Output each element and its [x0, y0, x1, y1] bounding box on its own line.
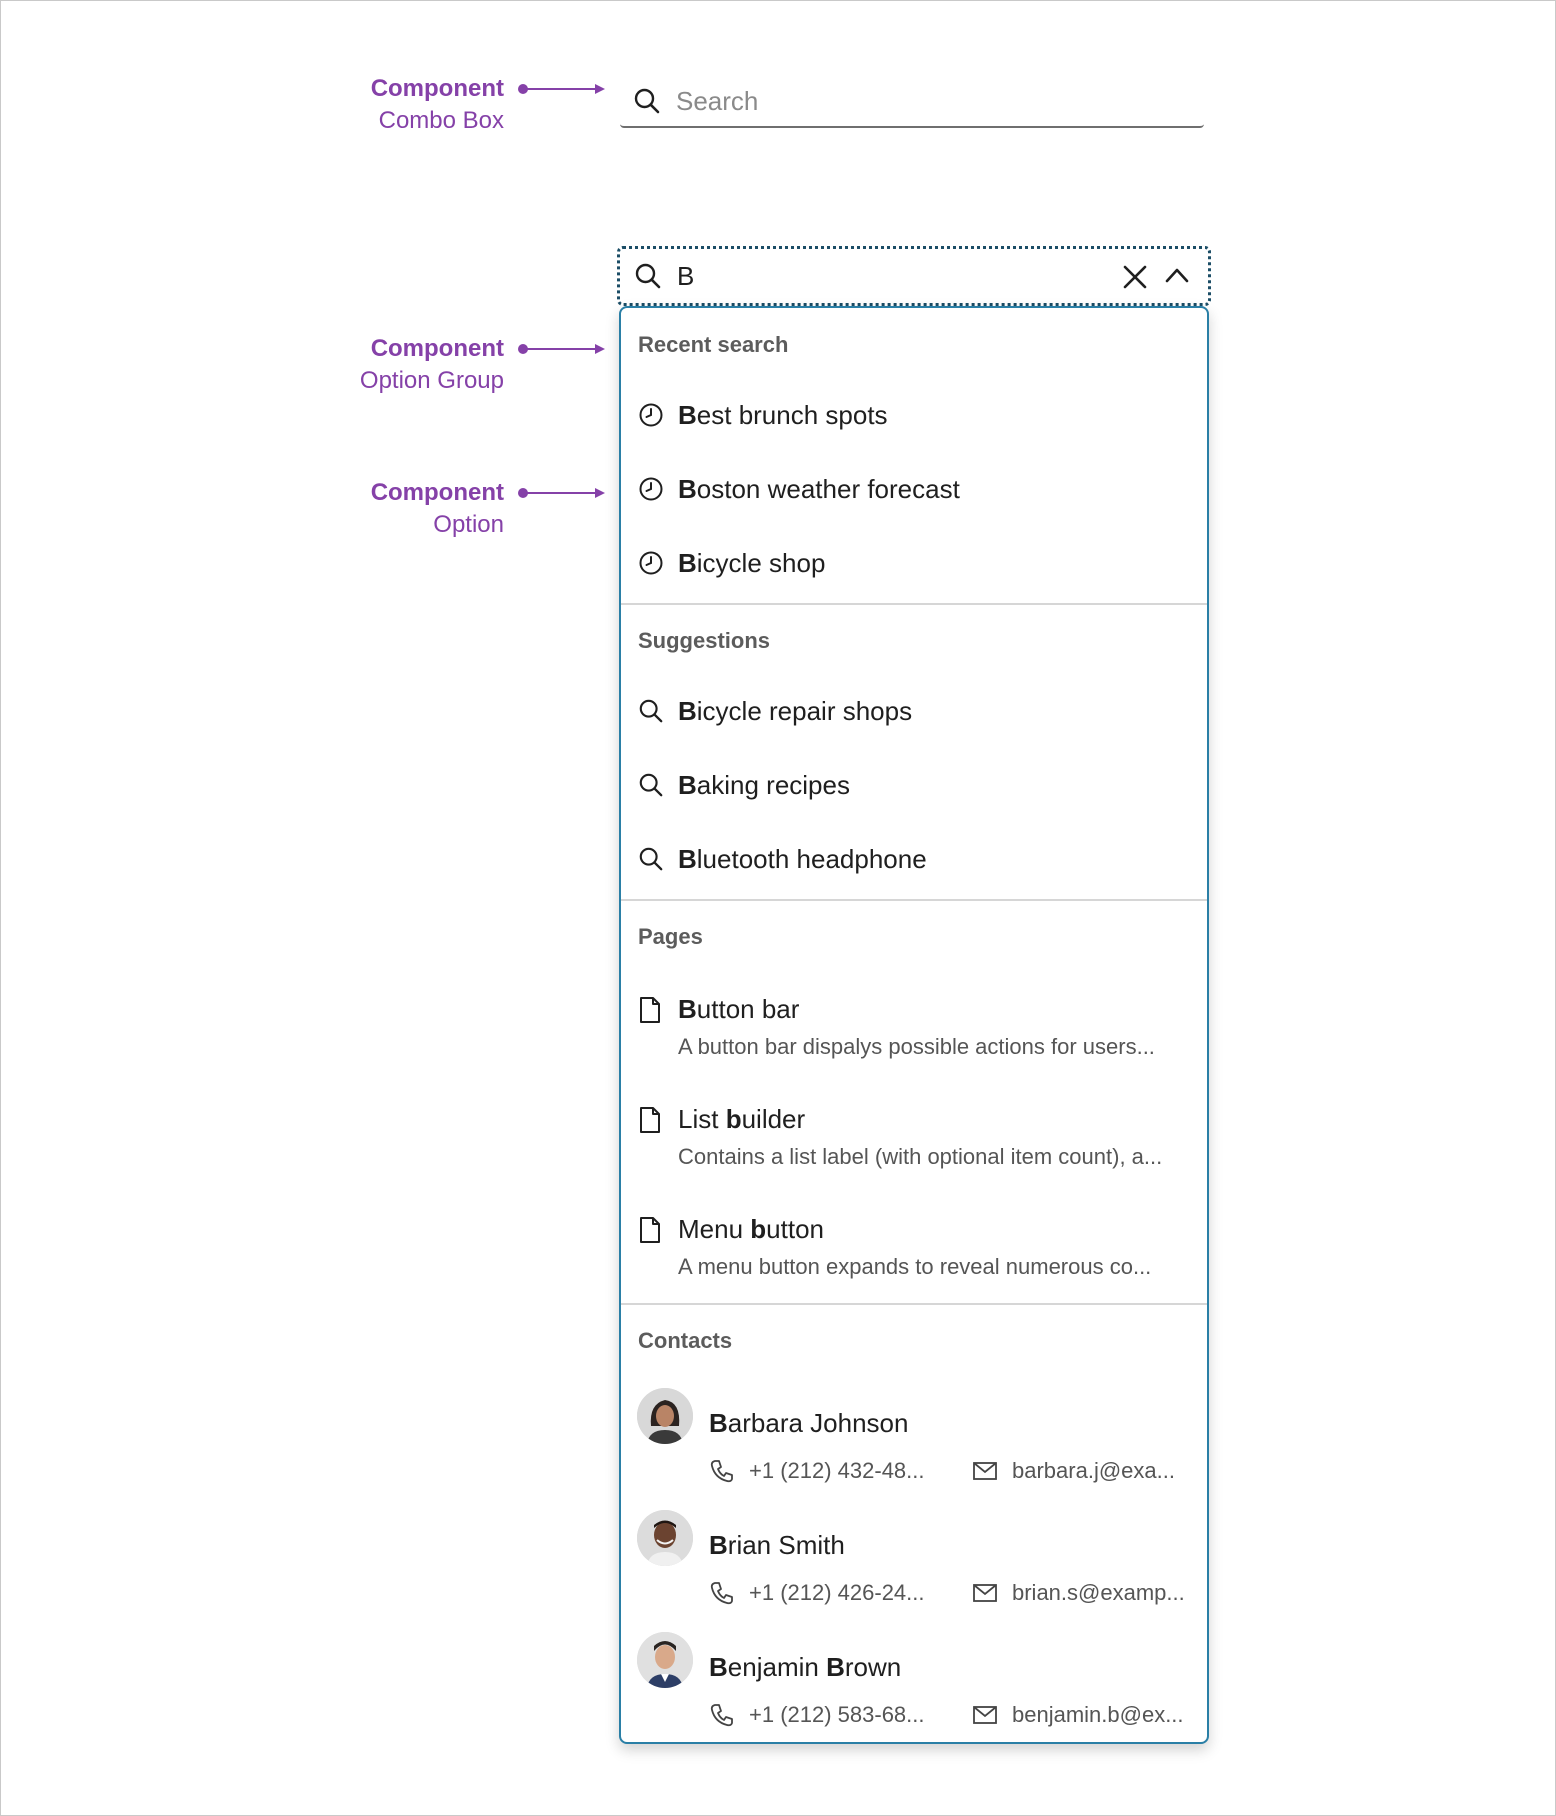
annotation-arrow: [518, 84, 605, 94]
annotation-arrow: [518, 488, 605, 498]
clock-icon: [639, 551, 663, 575]
group-label-recent: Recent search: [638, 332, 789, 357]
mail-icon: [973, 1584, 997, 1602]
search-icon: [635, 263, 661, 289]
search-icon: [639, 699, 663, 723]
option-contact[interactable]: Brian Smith +1 (212) 426-24... brian.s@e…: [621, 1498, 1207, 1618]
option-label: Best brunch spots: [678, 400, 888, 430]
option-label: List builder: [678, 1104, 806, 1134]
annotation-subtitle: Option: [433, 511, 504, 538]
document-icon: [640, 1217, 660, 1243]
option-label: Bicycle shop: [678, 548, 826, 578]
option-label: Bicycle repair shops: [678, 696, 913, 726]
contact-phone: +1 (212) 432-48...: [749, 1458, 925, 1483]
option-label: Boston weather forecast: [678, 474, 960, 504]
group-label-pages: Pages: [638, 924, 703, 949]
combo-box-default[interactable]: Search: [620, 76, 1204, 128]
contact-email: benjamin.b@ex...: [1012, 1702, 1184, 1727]
phone-icon: [710, 1582, 733, 1605]
option-suggestion[interactable]: Bluetooth headphone: [621, 824, 1207, 896]
option-recent[interactable]: Boston weather forecast: [621, 454, 1207, 526]
chevron-up-icon[interactable]: [1165, 266, 1189, 284]
option-label: Button bar: [678, 994, 800, 1024]
options-listbox: Recent search Best brunch spots Boston w…: [619, 306, 1209, 1744]
annotation-title: Component: [370, 335, 504, 362]
mail-icon: [973, 1462, 997, 1480]
avatar: [637, 1510, 693, 1566]
annotation-option-group: Component Option Group: [360, 333, 504, 397]
avatar: [637, 1388, 693, 1444]
option-page[interactable]: List builder Contains a list label (with…: [621, 1082, 1207, 1190]
option-description: Contains a list label (with optional ite…: [678, 1144, 1163, 1169]
option-recent[interactable]: Best brunch spots: [621, 380, 1207, 452]
option-description: A button bar dispalys possible actions f…: [678, 1034, 1155, 1059]
contact-name: Barbara Johnson: [709, 1408, 909, 1438]
option-page[interactable]: Button bar A button bar dispalys possibl…: [621, 972, 1207, 1080]
annotation-combo-box: Component Combo Box: [371, 73, 504, 137]
phone-icon: [710, 1704, 733, 1727]
option-contact[interactable]: Benjamin Brown +1 (212) 583-68... benjam…: [621, 1620, 1207, 1740]
group-label-suggestions: Suggestions: [638, 628, 771, 653]
annotation-option: Component Option: [371, 477, 504, 541]
group-divider: [621, 1303, 1207, 1305]
annotation-arrow: [518, 344, 605, 354]
search-input-value[interactable]: B: [677, 261, 694, 292]
document-icon: [640, 997, 660, 1023]
annotation-title: Component: [370, 479, 504, 506]
option-contact[interactable]: Barbara Johnson +1 (212) 432-48... barba…: [621, 1376, 1207, 1496]
option-recent[interactable]: Bicycle shop: [621, 528, 1207, 600]
contact-phone: +1 (212) 583-68...: [749, 1702, 925, 1727]
phone-icon: [710, 1460, 733, 1483]
option-label: Bluetooth headphone: [678, 844, 927, 874]
group-label-contacts: Contacts: [638, 1328, 733, 1353]
clock-icon: [639, 403, 663, 427]
search-icon: [639, 847, 663, 871]
clock-icon: [639, 477, 663, 501]
avatar: [637, 1632, 693, 1688]
option-label: Baking recipes: [678, 770, 850, 800]
document-icon: [640, 1107, 660, 1133]
contact-name: Benjamin Brown: [709, 1652, 902, 1682]
contact-name: Brian Smith: [709, 1530, 845, 1560]
annotation-subtitle: Combo Box: [378, 107, 504, 134]
option-suggestion[interactable]: Baking recipes: [621, 750, 1207, 822]
mail-icon: [973, 1706, 997, 1724]
group-divider: [621, 899, 1207, 901]
group-divider: [621, 603, 1207, 605]
annotation-title: Component: [370, 75, 504, 102]
search-icon: [639, 773, 663, 797]
annotation-subtitle: Option Group: [359, 367, 504, 394]
contact-email: barbara.j@exa...: [1012, 1458, 1175, 1483]
option-label: Menu button: [678, 1214, 824, 1244]
contact-phone: +1 (212) 426-24...: [749, 1580, 925, 1605]
search-icon: [634, 88, 660, 114]
search-placeholder[interactable]: Search: [676, 86, 758, 117]
combo-box-open[interactable]: B: [617, 246, 1211, 306]
option-suggestion[interactable]: Bicycle repair shops: [621, 676, 1207, 748]
option-description: A menu button expands to reveal numerous…: [678, 1254, 1152, 1279]
close-icon[interactable]: [1122, 264, 1148, 290]
contact-email: brian.s@examp...: [1012, 1580, 1185, 1605]
option-page[interactable]: Menu button A menu button expands to rev…: [621, 1192, 1207, 1300]
